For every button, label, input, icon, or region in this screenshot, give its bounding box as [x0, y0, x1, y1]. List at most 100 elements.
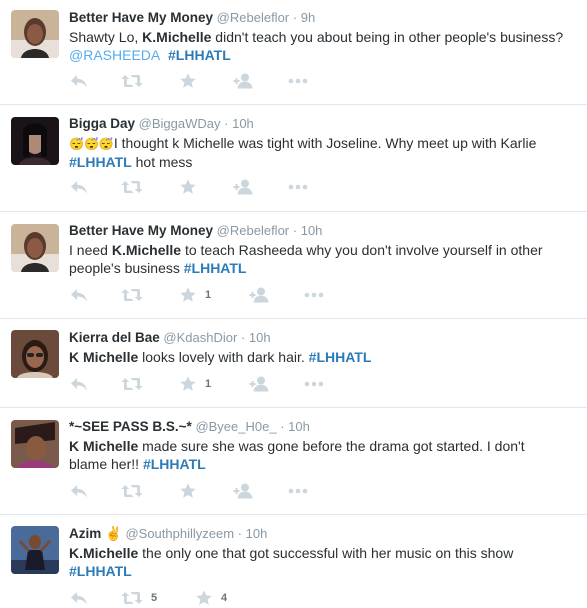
more-options-button[interactable] — [303, 285, 325, 305]
retweet-button[interactable] — [121, 374, 143, 394]
sleeping-face-emoji: 😴😴😴 — [69, 137, 114, 151]
favorite-button[interactable] — [179, 71, 197, 91]
reply-button[interactable] — [69, 71, 89, 91]
avatar[interactable] — [11, 420, 59, 468]
tweet-text-segment: I thought k Michelle was tight with Jose… — [113, 135, 537, 151]
hashtag-link[interactable]: #LHHATL — [69, 154, 132, 170]
tweet[interactable]: Better Have My Money @Rebeleflor · 10h I… — [0, 212, 587, 319]
follow-user-icon — [249, 374, 271, 394]
display-name[interactable]: Kierra del Bae — [69, 330, 160, 345]
tweet-text-segment: looks lovely with dark hair. — [138, 349, 309, 365]
favorite-button[interactable]: 1 — [179, 374, 211, 394]
favorite-button[interactable]: 1 — [179, 285, 211, 305]
user-handle[interactable]: @Byee_H0e_ — [195, 419, 276, 434]
more-options-icon — [287, 481, 309, 501]
avatar[interactable] — [11, 224, 59, 272]
more-options-button[interactable] — [287, 71, 309, 91]
tweet[interactable]: Azim ✌ @Southphillyzeem · 10h K.Michelle… — [0, 515, 587, 598]
tweet-header: Kierra del Bae @KdashDior · 10h — [69, 329, 579, 347]
retweet-button[interactable] — [121, 177, 143, 197]
display-name[interactable]: Better Have My Money — [69, 223, 213, 238]
favorite-button[interactable] — [179, 481, 197, 501]
retweet-button[interactable] — [121, 285, 143, 305]
mention-link[interactable]: @RASHEEDA — [69, 47, 160, 63]
user-handle[interactable]: @BiggaWDay — [139, 116, 221, 131]
reply-icon — [69, 481, 89, 501]
retweet-icon — [121, 285, 143, 305]
timestamp[interactable]: 10h — [249, 330, 271, 345]
avatar[interactable] — [11, 10, 59, 58]
reply-button[interactable] — [69, 285, 89, 305]
display-name[interactable]: Bigga Day — [69, 116, 135, 131]
favorite-star-icon — [179, 178, 197, 196]
retweet-button[interactable]: 5 — [121, 588, 157, 608]
hashtag-link[interactable]: #LHHATL — [168, 47, 231, 63]
follow-button[interactable] — [233, 177, 255, 197]
avatar[interactable] — [11, 117, 59, 165]
tweet-header: Better Have My Money @Rebeleflor · 10h — [69, 222, 579, 240]
display-name[interactable]: Better Have My Money — [69, 10, 213, 25]
user-handle[interactable]: @Southphillyzeem — [125, 526, 234, 541]
retweet-button[interactable] — [121, 71, 143, 91]
hashtag-link[interactable]: #LHHATL — [143, 456, 206, 472]
more-options-icon — [303, 374, 325, 394]
timestamp[interactable]: 10h — [232, 116, 254, 131]
follow-button[interactable] — [233, 481, 255, 501]
retweet-icon — [121, 481, 143, 501]
hashtag-link[interactable]: #LHHATL — [184, 260, 247, 276]
tweet-header: Bigga Day @BiggaWDay · 10h — [69, 115, 579, 133]
reply-button[interactable] — [69, 177, 89, 197]
favorite-button[interactable]: 4 — [195, 588, 227, 608]
user-handle[interactable]: @Rebeleflor — [217, 10, 289, 25]
favorite-count: 4 — [221, 592, 228, 604]
retweet-button[interactable] — [121, 481, 143, 501]
display-name[interactable]: Azim ✌ — [69, 526, 122, 541]
reply-button[interactable] — [69, 374, 89, 394]
more-options-button[interactable] — [303, 374, 325, 394]
hashtag-link[interactable]: #LHHATL — [309, 349, 372, 365]
favorite-count: 1 — [205, 289, 212, 301]
follow-user-icon — [233, 481, 255, 501]
tweet[interactable]: Kierra del Bae @KdashDior · 10h K Michel… — [0, 319, 587, 408]
reply-button[interactable] — [69, 588, 89, 608]
more-options-button[interactable] — [287, 481, 309, 501]
display-name[interactable]: *~SEE PASS B.S.~* — [69, 419, 192, 434]
favorite-star-icon — [179, 482, 197, 500]
tweet-text-segment: Shawty Lo, — [69, 29, 143, 45]
tweet-header: Azim ✌ @Southphillyzeem · 10h — [69, 525, 579, 543]
more-options-icon — [287, 71, 309, 91]
timestamp[interactable]: 10h — [246, 526, 268, 541]
favorite-button[interactable] — [179, 177, 197, 197]
follow-button[interactable] — [249, 374, 271, 394]
reply-button[interactable] — [69, 481, 89, 501]
hashtag-link[interactable]: #LHHATL — [69, 563, 132, 579]
tweet[interactable]: Better Have My Money @Rebeleflor · 9h Sh… — [0, 0, 587, 105]
retweet-count: 5 — [151, 592, 158, 604]
favorite-star-icon — [179, 72, 197, 90]
timestamp[interactable]: 10h — [288, 419, 310, 434]
favorite-star-icon — [195, 589, 213, 607]
follow-button[interactable] — [249, 285, 271, 305]
tweet-text-segment: blame her!! — [69, 456, 143, 472]
tweet-header: *~SEE PASS B.S.~* @Byee_H0e_ · 10h — [69, 418, 579, 436]
separator-dot: · — [292, 10, 298, 25]
tweet[interactable]: *~SEE PASS B.S.~* @Byee_H0e_ · 10h K Mic… — [0, 408, 587, 515]
follow-button[interactable] — [233, 71, 255, 91]
tweet-text: Shawty Lo, K.Michelle didn't teach you a… — [69, 28, 579, 64]
more-options-icon — [303, 285, 325, 305]
user-handle[interactable]: @KdashDior — [163, 330, 237, 345]
favorite-star-icon — [179, 375, 197, 393]
favorite-count: 1 — [205, 378, 212, 390]
avatar[interactable] — [11, 330, 59, 378]
avatar[interactable] — [11, 526, 59, 574]
more-options-button[interactable] — [287, 177, 309, 197]
user-handle[interactable]: @Rebeleflor — [217, 223, 289, 238]
timestamp[interactable]: 9h — [301, 10, 315, 25]
favorite-star-icon — [179, 286, 197, 304]
tweet[interactable]: Bigga Day @BiggaWDay · 10h 😴😴😴I thought … — [0, 105, 587, 212]
tweet-text: K Michelle looks lovely with dark hair. … — [69, 348, 579, 366]
reply-icon — [69, 285, 89, 305]
timestamp[interactable]: 10h — [301, 223, 323, 238]
keyword-highlight: K.Michelle — [142, 29, 212, 45]
follow-user-icon — [233, 177, 255, 197]
